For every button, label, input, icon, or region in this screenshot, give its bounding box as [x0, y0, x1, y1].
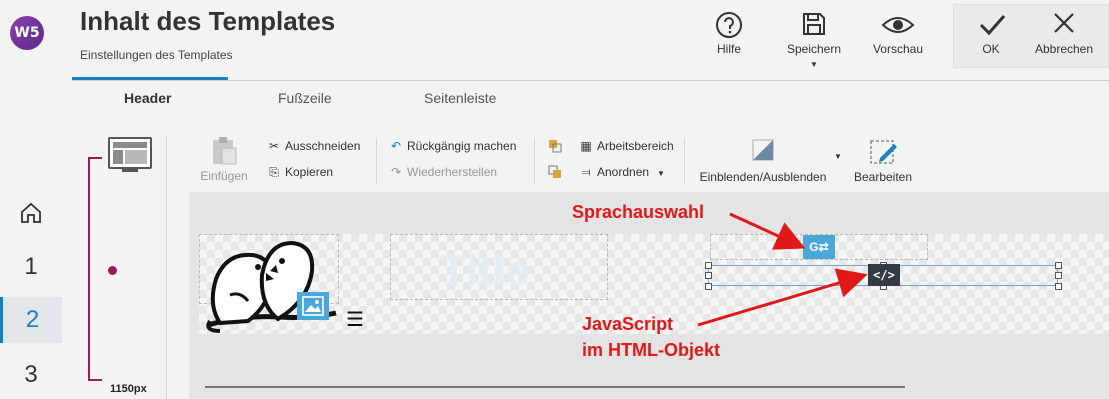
- horizontal-scrollbar[interactable]: [205, 386, 905, 388]
- annotation-arrows: [697, 212, 868, 327]
